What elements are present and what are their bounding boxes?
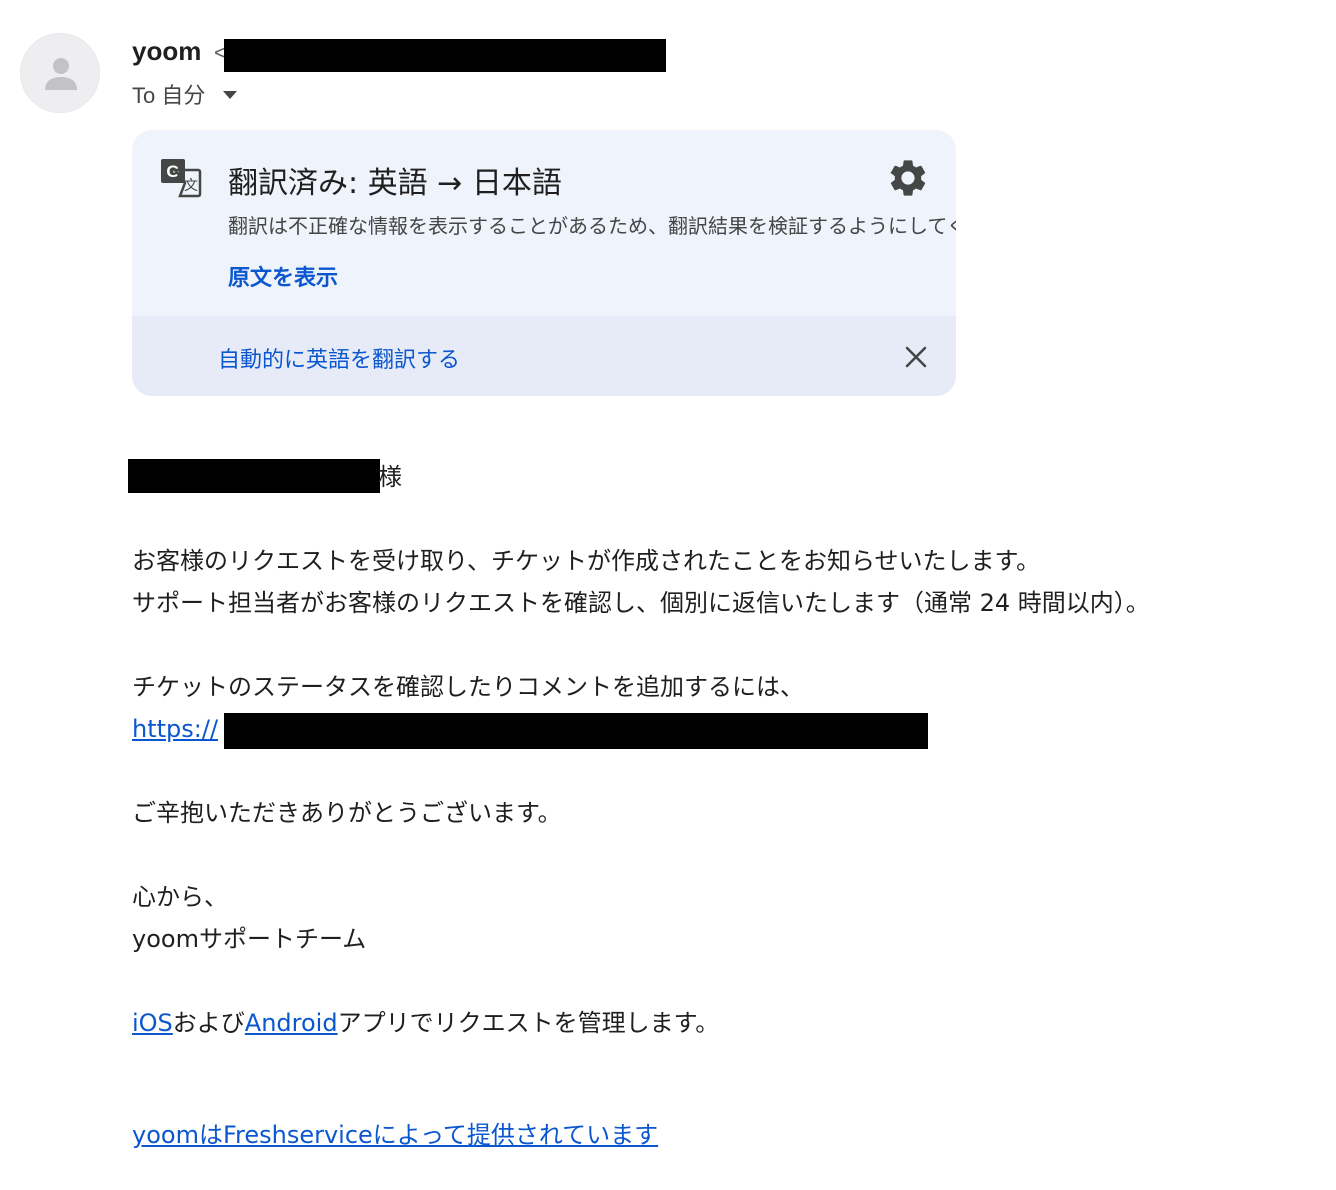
- message-line-2: サポート担当者がお客様のリクエストを確認し、個別に返信いたします（通常 24 時…: [132, 589, 1150, 617]
- translation-banner: G 文 翻訳済み: 英語 → 日本語 翻訳は不正確な情報を表示することがあるため…: [132, 130, 956, 396]
- powered-by-link[interactable]: yoomはFreshserviceによって提供されています: [132, 1121, 658, 1149]
- apps-tail-text: アプリでリクエストを管理します。: [337, 1009, 720, 1037]
- google-translate-icon: G 文: [160, 158, 202, 202]
- message-line-3: チケットのステータスを確認したりコメントを追加するには、: [132, 673, 804, 701]
- thanks-line: ご辛抱いただきありがとうございます。: [132, 799, 562, 827]
- powered-by: yoomはFreshserviceによって提供されています: [132, 1114, 658, 1156]
- gear-icon[interactable]: [886, 156, 930, 204]
- avatar-person-icon: [45, 58, 77, 90]
- show-original-link[interactable]: 原文を表示: [228, 260, 338, 292]
- auto-translate-link[interactable]: 自動的に英語を翻訳する: [218, 342, 460, 374]
- close-icon[interactable]: [902, 343, 930, 375]
- signature-line: yoomサポートチーム: [132, 925, 367, 953]
- translation-title: 翻訳済み: 英語 → 日本語: [228, 166, 562, 201]
- apps-and-text: および: [172, 1009, 245, 1037]
- ticket-link-text[interactable]: https://: [132, 715, 218, 743]
- ios-link[interactable]: iOS: [132, 1009, 173, 1037]
- ticket-link[interactable]: https://: [132, 708, 218, 750]
- chevron-down-icon: [223, 91, 238, 99]
- redacted-recipient-name: [128, 459, 380, 493]
- closing-line: 心から、: [132, 883, 228, 911]
- greeting-suffix: 様: [378, 463, 402, 491]
- svg-text:文: 文: [184, 178, 198, 194]
- message-line-1: お客様のリクエストを受け取り、チケットが作成されたことをお知らせいたします。: [132, 547, 1041, 575]
- redacted-sender-email: [224, 39, 666, 72]
- translation-notice: 翻訳は不正確な情報を表示することがあるため、翻訳結果を検証するようにしてください: [228, 214, 956, 238]
- redacted-ticket-url: [224, 713, 928, 749]
- recipient-details-toggle[interactable]: To 自分: [132, 78, 238, 110]
- sender-avatar[interactable]: [20, 33, 100, 113]
- apps-line: iOSおよびAndroidアプリでリクエストを管理します。: [132, 1002, 719, 1044]
- recipient-label: To 自分: [132, 83, 206, 108]
- sender-name[interactable]: yoom: [132, 36, 201, 67]
- android-link[interactable]: Android: [245, 1009, 338, 1037]
